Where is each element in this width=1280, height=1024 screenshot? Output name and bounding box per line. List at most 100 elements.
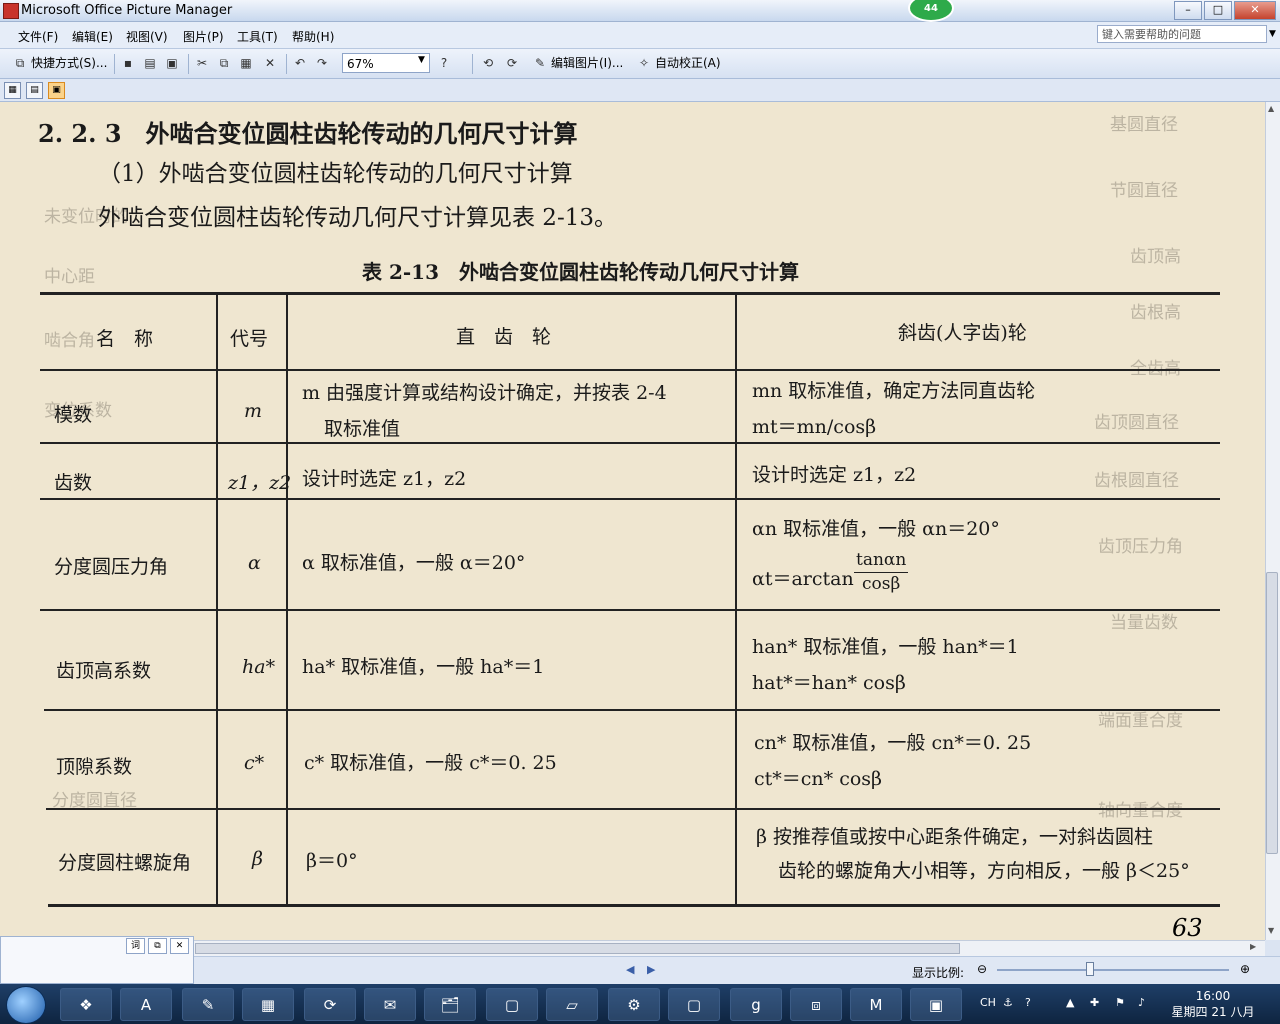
- redo-icon[interactable]: ↷: [314, 55, 330, 71]
- tray-help-icon[interactable]: ?: [1025, 996, 1031, 1009]
- previous-picture-icon[interactable]: ◀: [626, 963, 634, 976]
- taskbar-app-button[interactable]: ▢: [668, 988, 720, 1021]
- single-picture-view-icon[interactable]: ▣: [48, 82, 65, 99]
- table-column-rule: [216, 294, 218, 906]
- notification-badge[interactable]: 44: [908, 0, 954, 22]
- zoom-in-icon[interactable]: ⊕: [1238, 962, 1252, 976]
- auto-correct-button[interactable]: 自动校正(A): [655, 54, 721, 72]
- auto-correct-icon: ✧: [638, 56, 650, 70]
- copy-icon[interactable]: ⧉: [216, 55, 232, 71]
- view-bar: ▦ ▤ ▣: [0, 79, 1280, 102]
- maximize-button[interactable]: □: [1204, 1, 1232, 20]
- taskbar-app-button[interactable]: ❖: [60, 988, 112, 1021]
- save-icon[interactable]: ▪: [120, 55, 136, 71]
- taskbar-app-button[interactable]: M: [850, 988, 902, 1021]
- picture-view[interactable]: 基圆直径 节圆直径 齿顶高 齿根高 全齿高 齿顶圆直径 齿根圆直径 中心距 啮合…: [0, 102, 1265, 940]
- bleed-through-text: 啮合角: [44, 331, 95, 351]
- taskbar-app-button[interactable]: ✉: [364, 988, 416, 1021]
- taskbar-app-button[interactable]: ⟳: [304, 988, 356, 1021]
- mail-icon[interactable]: ▣: [164, 55, 180, 71]
- table-cell-helical: hat*＝han* cosβ: [752, 672, 906, 694]
- menu-view[interactable]: 视图(V): [126, 28, 168, 45]
- picture-manager-app-icon: [3, 3, 19, 19]
- thumbnail-view-icon[interactable]: ▦: [4, 82, 21, 99]
- shortcuts-icon: ⧉: [15, 56, 25, 70]
- table-cell-spur: m 由强度计算或结构设计确定，并按表 2-4: [302, 382, 667, 404]
- taskbar-app-button[interactable]: ▦: [242, 988, 294, 1021]
- bleed-through-text: 全齿高: [1130, 359, 1181, 379]
- help-search-input[interactable]: 键入需要帮助的问题: [1097, 25, 1267, 43]
- table-cell-helical: αt＝arctan: [752, 568, 854, 590]
- tray-volume-icon[interactable]: ♪: [1138, 996, 1145, 1009]
- tray-flag-icon[interactable]: ⚑: [1115, 996, 1125, 1009]
- zoom-dropdown-arrow-icon[interactable]: ▼: [418, 55, 425, 65]
- table-header-name: 名 称: [96, 328, 154, 350]
- clock-time: 16:00: [1195, 989, 1231, 1003]
- taskbar-app-button[interactable]: ▣: [910, 988, 962, 1021]
- language-bar-close-button[interactable]: ✕: [170, 938, 189, 954]
- zoom-out-icon[interactable]: ⊖: [975, 962, 989, 976]
- scroll-down-arrow-icon[interactable]: ▼: [1268, 926, 1274, 935]
- print-icon[interactable]: ▤: [142, 55, 158, 71]
- bleed-through-text: 齿顶圆直径: [1094, 413, 1179, 433]
- zoom-select[interactable]: 67%: [342, 53, 430, 73]
- taskbar-app-button[interactable]: A: [120, 988, 172, 1021]
- start-button[interactable]: [6, 986, 46, 1024]
- menu-edit[interactable]: 编辑(E): [72, 28, 113, 45]
- table-header-code: 代号: [230, 328, 269, 350]
- next-picture-icon[interactable]: ▶: [647, 963, 655, 976]
- menu-file[interactable]: 文件(F): [18, 28, 58, 45]
- undo-icon[interactable]: ↶: [292, 55, 308, 71]
- shortcuts-button[interactable]: 快捷方式(S)...: [31, 54, 107, 72]
- rotate-left-icon[interactable]: ⟲: [480, 55, 496, 71]
- table-cell-helical: β 按推荐值或按中心距条件确定，一对斜齿圆柱: [756, 826, 1154, 848]
- help-icon[interactable]: ?: [436, 55, 452, 71]
- help-dropdown-arrow-icon[interactable]: ▼: [1267, 25, 1278, 43]
- horizontal-scrollbar-thumb[interactable]: [195, 943, 960, 954]
- taskbar-app-button[interactable]: ▢: [486, 988, 538, 1021]
- table-cell-helical: mn 取标准值，确定方法同直齿轮: [752, 380, 1036, 402]
- tray-add-icon[interactable]: ✚: [1090, 996, 1099, 1009]
- language-bar-restore-button[interactable]: ⧉: [148, 938, 167, 954]
- input-language-indicator[interactable]: CH: [980, 996, 996, 1009]
- taskbar-app-button[interactable]: ⧈: [790, 988, 842, 1021]
- delete-icon[interactable]: ✕: [262, 55, 278, 71]
- minimize-button[interactable]: –: [1174, 1, 1202, 20]
- table-column-rule: [735, 294, 737, 906]
- table-cell-helical: 设计时选定 z1，z2: [752, 464, 917, 486]
- bleed-through-text: 当量齿数: [1110, 613, 1178, 633]
- language-bar-word-button[interactable]: 词: [126, 938, 145, 954]
- zoom-slider-thumb[interactable]: [1085, 962, 1094, 976]
- taskbar-app-button[interactable]: ✎: [182, 988, 234, 1021]
- taskbar-app-button[interactable]: 🗂: [424, 988, 476, 1021]
- bleed-through-text: 齿根高: [1130, 303, 1181, 323]
- scroll-up-arrow-icon[interactable]: ▲: [1268, 104, 1274, 113]
- table-header-spur-gear: 直 齿 轮: [456, 326, 552, 348]
- edit-picture-button[interactable]: 编辑图片(I)...: [551, 54, 623, 72]
- zoom-slider-track[interactable]: [997, 969, 1229, 971]
- table-cell-name: 分度圆柱螺旋角: [58, 852, 192, 874]
- table-cell-code: z1，z2: [228, 472, 292, 494]
- taskbar-app-button[interactable]: ⚙: [608, 988, 660, 1021]
- tray-expand-icon[interactable]: ▲: [1066, 996, 1074, 1009]
- menu-help[interactable]: 帮助(H): [292, 28, 334, 45]
- filmstrip-view-icon[interactable]: ▤: [26, 82, 43, 99]
- bleed-through-text: 齿顶高: [1130, 247, 1181, 267]
- table-cell-spur: β＝0°: [306, 850, 358, 872]
- cut-icon[interactable]: ✂: [194, 55, 210, 71]
- paste-icon[interactable]: ▦: [238, 55, 254, 71]
- clock-date: 星期四 21 八月: [1171, 1005, 1255, 1019]
- scroll-right-arrow-icon[interactable]: ▶: [1250, 942, 1256, 951]
- taskbar-clock[interactable]: 16:00 星期四 21 八月: [1170, 988, 1256, 1020]
- formula-denominator: cosβ: [862, 574, 901, 594]
- tray-network-icon[interactable]: ⚓: [1003, 996, 1013, 1009]
- vertical-scrollbar-thumb[interactable]: [1266, 572, 1278, 854]
- taskbar-app-button[interactable]: ▱: [546, 988, 598, 1021]
- close-button[interactable]: ✕: [1234, 1, 1276, 20]
- section-heading: 2. 2. 3 外啮合变位圆柱齿轮传动的几何尺寸计算: [38, 119, 578, 148]
- table-cell-helical: mt＝mn/cosβ: [752, 416, 877, 438]
- taskbar-app-button[interactable]: g: [730, 988, 782, 1021]
- rotate-right-icon[interactable]: ⟳: [504, 55, 520, 71]
- menu-picture[interactable]: 图片(P): [183, 28, 224, 45]
- menu-tools[interactable]: 工具(T): [237, 28, 278, 45]
